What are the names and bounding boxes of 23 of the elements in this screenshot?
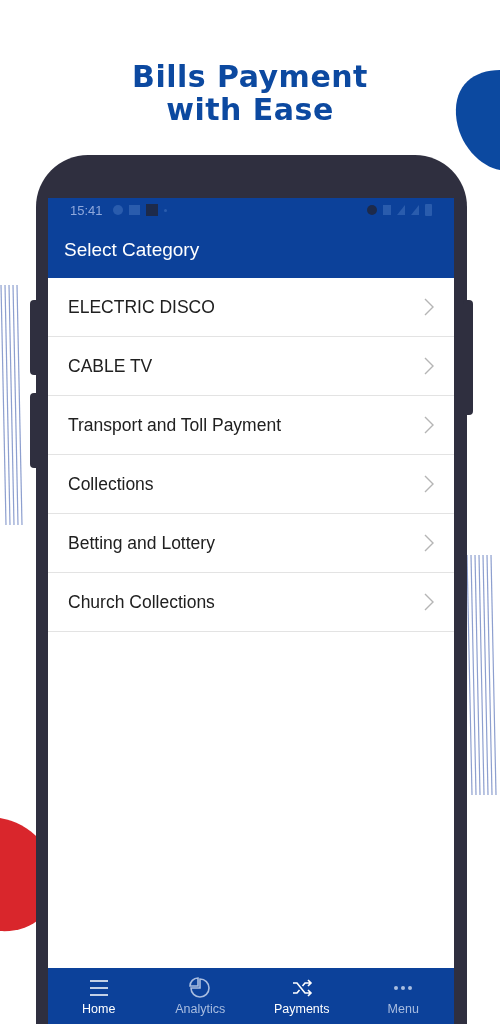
chevron-icon bbox=[424, 298, 434, 316]
nav-tab[interactable]: Home bbox=[48, 968, 150, 1024]
category-item[interactable]: Collections bbox=[48, 455, 454, 514]
chevron-icon bbox=[424, 534, 434, 552]
chevron-icon bbox=[424, 593, 434, 611]
category-item[interactable]: ELECTRIC DISCO bbox=[48, 278, 454, 337]
chevron-icon bbox=[424, 416, 434, 434]
nav-tab[interactable]: Menu bbox=[352, 968, 454, 1024]
pie-chart-icon bbox=[189, 976, 212, 999]
screen-title: Select Category bbox=[64, 239, 200, 261]
chevron-icon bbox=[424, 357, 434, 375]
more-icon bbox=[394, 985, 413, 990]
category-item[interactable]: Church Collections bbox=[48, 573, 454, 632]
shuffle-icon bbox=[290, 976, 313, 999]
nav-tab[interactable]: Analytics bbox=[149, 968, 251, 1024]
category-item[interactable]: Transport and Toll Payment bbox=[48, 396, 454, 455]
headline: with Ease bbox=[166, 93, 334, 126]
chevron-icon bbox=[424, 475, 434, 493]
headline: Bills Payment bbox=[132, 60, 368, 93]
status-time: 15:41 bbox=[70, 202, 103, 218]
category-item[interactable]: Betting and Lottery bbox=[48, 514, 454, 573]
category-item[interactable]: CABLE TV bbox=[48, 337, 454, 396]
nav-tab[interactable]: Payments bbox=[251, 968, 353, 1024]
